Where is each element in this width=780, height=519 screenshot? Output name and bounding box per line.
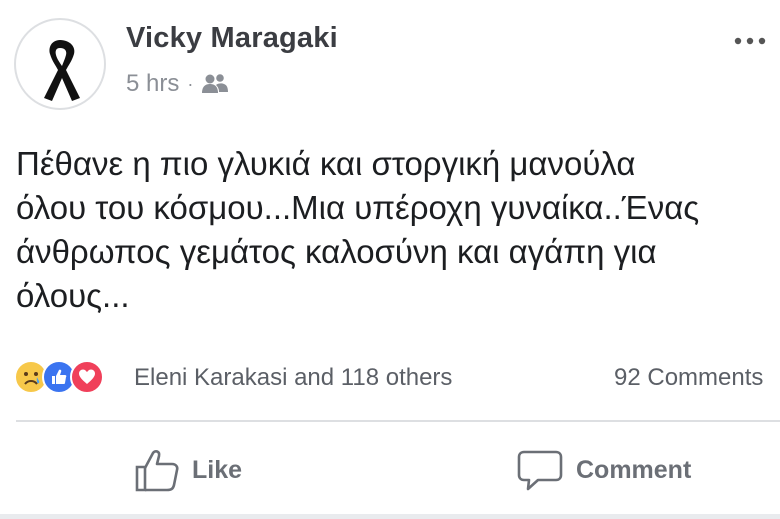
avatar[interactable] <box>14 18 106 110</box>
friends-icon[interactable] <box>201 73 229 95</box>
like-button[interactable]: Like <box>134 442 242 498</box>
black-mourning-ribbon-icon <box>44 40 80 101</box>
more-options-icon <box>734 37 766 45</box>
thumbs-up-icon <box>135 450 179 492</box>
more-options-button[interactable] <box>728 26 772 56</box>
author-name[interactable]: Vicky Maragaki <box>126 22 338 55</box>
love-reaction-icon <box>70 360 104 394</box>
like-label: Like <box>192 455 243 484</box>
bottom-border <box>0 514 780 519</box>
post-text-line: όλους... <box>16 277 130 314</box>
comments-count[interactable]: 92 Comments <box>614 364 763 392</box>
divider <box>16 420 780 422</box>
comment-button[interactable]: Comment <box>516 442 691 498</box>
post-text-line: άνθρωπος γεμάτος καλοσύνη και αγάπη για <box>16 233 657 270</box>
meta-separator: · <box>187 73 194 94</box>
post-text: Πέθανε η πιο γλυκιά και στοργική μανούλα… <box>16 142 780 318</box>
comment-bubble-icon <box>517 450 563 491</box>
reaction-names[interactable]: Eleni Karakasi and 118 others <box>134 364 452 392</box>
reaction-icons[interactable] <box>14 360 104 394</box>
facebook-post: Vicky Maragaki 5 hrs · Πέθανε η πιο γλυκ… <box>0 0 780 519</box>
post-text-line: Πέθανε η πιο γλυκιά και στοργική μανούλα <box>16 145 636 182</box>
post-meta: 5 hrs · <box>126 70 229 98</box>
post-time[interactable]: 5 hrs <box>126 70 179 98</box>
comment-label: Comment <box>576 455 692 484</box>
post-text-line: όλου του κόσμου...Μια υπέροχη γυναίκα..Έ… <box>16 189 700 226</box>
